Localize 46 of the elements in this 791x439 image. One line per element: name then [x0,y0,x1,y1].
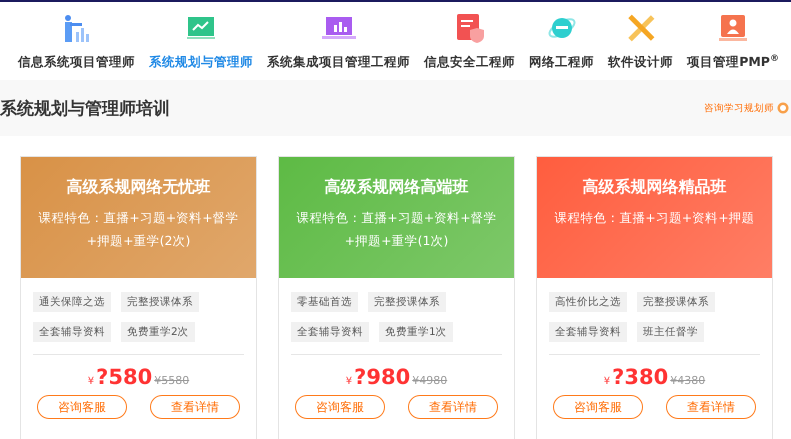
currency-sign: ¥ [346,376,352,387]
presenter-board-icon [719,14,748,42]
feature-tag: 班主任督学 [637,322,704,342]
nav-tab[interactable]: 系统规划与管理师 [149,54,254,71]
course-features: 课程特色：直播+习题+资料+督学+押题+重学(1次) [295,209,498,250]
course-features: 课程特色：直播+习题+资料+押题 [553,209,756,227]
laptop-chart-icon [322,16,356,40]
feature-tag: 完整授课体系 [637,292,715,312]
course-title: 高级系规网络无忧班 [66,177,212,198]
original-price: ¥4980 [412,374,448,387]
consult-link[interactable]: 咨询学习规划师 [704,102,774,114]
feature-tag: 高性价比之选 [549,292,627,312]
details-button[interactable]: 查看详情 [666,395,756,419]
feature-tag: 通关保障之选 [33,292,111,312]
feature-tag: 免费重学1次 [379,322,453,342]
feature-tag: 完整授课体系 [368,292,446,312]
original-price: ¥5580 [154,374,190,387]
section-title: 系统规划与管理师培训 [0,98,170,120]
nav-tab[interactable]: 软件设计师 [608,54,674,71]
price: ?580 [96,365,152,389]
currency-sign: ¥ [604,376,610,387]
whiteboard-icon [187,15,216,41]
price: ?380 [612,365,668,389]
course-features: 课程特色：直播+习题+资料+督学+押题+重学(2次) [37,209,240,250]
feature-tag: 全套辅导资料 [549,322,627,342]
feature-tag: 零基础首选 [291,292,358,312]
course-title: 高级系规网络精品班 [582,177,728,198]
document-shield-icon [454,13,485,43]
price: ?980 [354,365,410,389]
nav-tab[interactable]: 网络工程师 [529,54,594,71]
consult-button[interactable]: 咨询客服 [553,395,643,419]
feature-tag: 完整授课体系 [121,292,199,312]
nav-tab[interactable]: 信息系统项目管理师 [18,54,135,71]
original-price: ¥4380 [670,374,706,387]
nav-tab[interactable]: 信息安全工程师 [424,54,516,71]
currency-sign: ¥ [88,376,94,387]
consult-button[interactable]: 咨询客服 [295,395,385,419]
consult-button[interactable]: 咨询客服 [37,395,127,419]
feature-tag: 全套辅导资料 [33,322,111,342]
course-title: 高级系规网络高端班 [324,177,470,198]
nav-tab[interactable]: 系统集成项目管理工程师 [267,54,410,71]
details-button[interactable]: 查看详情 [150,395,240,419]
feature-tag: 全套辅导资料 [291,322,369,342]
details-button[interactable]: 查看详情 [408,395,498,419]
nav-tab[interactable]: 项目管理PMP$^{®}$ [687,54,779,72]
feature-tag: 免费重学2次 [121,322,195,342]
